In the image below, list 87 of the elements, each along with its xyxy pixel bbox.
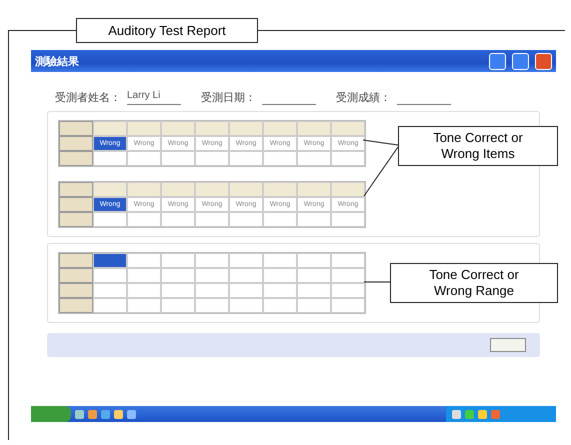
- table-cell[interactable]: [93, 151, 127, 166]
- callout-box: Tone Correct or Wrong Items: [398, 126, 558, 166]
- window-title: 測驗結果: [35, 54, 80, 68]
- table-cell[interactable]: [297, 121, 331, 136]
- table-cell[interactable]: [93, 298, 127, 313]
- table-cell[interactable]: [229, 121, 263, 136]
- input-field[interactable]: Larry Li: [127, 90, 181, 105]
- table-cell[interactable]: [195, 298, 229, 313]
- minimize-button[interactable]: [489, 52, 506, 70]
- table-cell[interactable]: [229, 212, 263, 227]
- table-cell[interactable]: [229, 283, 263, 298]
- table-cell[interactable]: [331, 298, 365, 313]
- row-header: [59, 151, 93, 166]
- table-cell[interactable]: [195, 212, 229, 227]
- table-cell[interactable]: [263, 121, 297, 136]
- row-header: [59, 136, 93, 151]
- table-cell[interactable]: [127, 121, 161, 136]
- figure-title: Auditory Test Report: [76, 18, 258, 43]
- table-cell[interactable]: [263, 298, 297, 313]
- field-label: 受測者姓名：: [55, 90, 121, 105]
- row-header: [59, 268, 93, 283]
- row-header: [59, 283, 93, 298]
- table-cell[interactable]: [263, 268, 297, 283]
- table-cell[interactable]: [127, 182, 161, 197]
- table-cell[interactable]: [331, 268, 365, 283]
- table-cell[interactable]: [331, 253, 365, 268]
- row-header: [59, 212, 93, 227]
- table-cell[interactable]: [195, 283, 229, 298]
- table-cell[interactable]: [195, 253, 229, 268]
- ok-button[interactable]: [490, 338, 526, 352]
- table-cell[interactable]: [93, 121, 127, 136]
- table-cell[interactable]: [195, 182, 229, 197]
- table-cell[interactable]: [161, 212, 195, 227]
- table-cell[interactable]: [195, 151, 229, 166]
- row-header: [59, 197, 93, 212]
- callout-box: Tone Correct or Wrong Range: [390, 263, 558, 303]
- row-header: [59, 121, 93, 136]
- table-cell[interactable]: [161, 253, 195, 268]
- table-cell[interactable]: [229, 151, 263, 166]
- table-cell[interactable]: [331, 212, 365, 227]
- field-label: 受測日期：: [201, 90, 256, 105]
- table-cell[interactable]: [297, 151, 331, 166]
- table-cell[interactable]: [127, 283, 161, 298]
- table-cell[interactable]: [297, 268, 331, 283]
- table-cell[interactable]: [263, 283, 297, 298]
- table-cell[interactable]: [229, 268, 263, 283]
- table-cell[interactable]: [297, 283, 331, 298]
- table-cell[interactable]: [161, 283, 195, 298]
- table-cell[interactable]: [297, 212, 331, 227]
- table-cell[interactable]: [161, 268, 195, 283]
- table-cell[interactable]: [127, 212, 161, 227]
- start-button[interactable]: [31, 406, 71, 422]
- table-cell[interactable]: [127, 268, 161, 283]
- field-label: 受測成績：: [336, 90, 391, 105]
- table-cell[interactable]: [161, 298, 195, 313]
- table-cell[interactable]: [93, 268, 127, 283]
- row-header: [59, 253, 93, 268]
- table-cell[interactable]: [195, 121, 229, 136]
- table-cell[interactable]: [331, 283, 365, 298]
- table-cell[interactable]: [297, 298, 331, 313]
- table-cell[interactable]: [161, 182, 195, 197]
- table-cell[interactable]: [127, 151, 161, 166]
- close-button[interactable]: [535, 52, 552, 70]
- table-cell[interactable]: [127, 298, 161, 313]
- table-cell[interactable]: [263, 212, 297, 227]
- table-cell[interactable]: [161, 121, 195, 136]
- row-header: [59, 298, 93, 313]
- table-cell[interactable]: [297, 182, 331, 197]
- table-cell[interactable]: [263, 253, 297, 268]
- table-cell[interactable]: [263, 182, 297, 197]
- restore-button[interactable]: [512, 52, 529, 70]
- table-cell[interactable]: [331, 182, 365, 197]
- table-cell[interactable]: [229, 253, 263, 268]
- table-cell[interactable]: [229, 298, 263, 313]
- table-cell[interactable]: [331, 121, 365, 136]
- table-cell[interactable]: [229, 182, 263, 197]
- table-cell[interactable]: [127, 253, 161, 268]
- table-cell[interactable]: [297, 253, 331, 268]
- row-header: [59, 182, 93, 197]
- table-cell[interactable]: [93, 182, 127, 197]
- table-cell[interactable]: [195, 268, 229, 283]
- table-cell[interactable]: [93, 283, 127, 298]
- table-cell[interactable]: [93, 253, 127, 268]
- table-cell[interactable]: [331, 151, 365, 166]
- table-cell[interactable]: [263, 151, 297, 166]
- table-cell[interactable]: [161, 151, 195, 166]
- table-cell[interactable]: [93, 212, 127, 227]
